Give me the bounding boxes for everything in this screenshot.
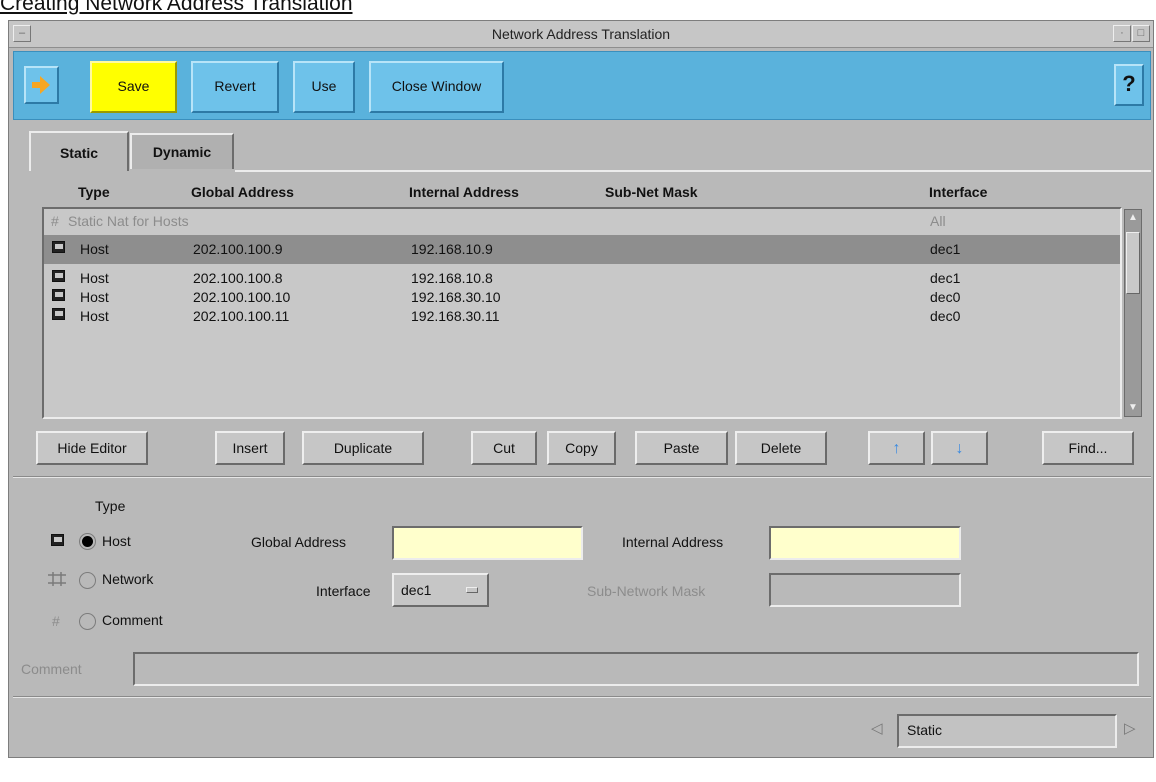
table-row[interactable]: Host 202.100.100.11 192.168.30.11 dec0: [44, 307, 1120, 326]
column-subnet-mask: Sub-Net Mask: [605, 184, 698, 200]
column-internal-address: Internal Address: [409, 184, 519, 200]
row-type: Host: [80, 308, 109, 324]
toolbar: Save Revert Use Close Window ?: [13, 51, 1151, 120]
row-global-address: 202.100.100.9: [193, 241, 283, 257]
row-internal-address: 192.168.10.8: [411, 270, 493, 286]
row-type: Host: [80, 289, 109, 305]
scrollbar-thumb[interactable]: [1126, 232, 1140, 294]
network-radio[interactable]: [79, 572, 96, 589]
row-interface: dec0: [930, 308, 961, 324]
network-radio-label: Network: [102, 571, 154, 587]
row-interface: dec1: [930, 241, 961, 257]
tab-static[interactable]: Static: [29, 131, 129, 171]
insert-button[interactable]: Insert: [215, 431, 285, 465]
tab-dynamic[interactable]: Dynamic: [130, 133, 234, 169]
comment-radio-label: Comment: [102, 612, 163, 628]
host-radio-label: Host: [102, 533, 131, 549]
hash-icon: #: [51, 213, 59, 229]
global-address-label: Global Address: [251, 534, 346, 550]
scroll-up-icon[interactable]: ▲: [1126, 211, 1140, 225]
nat-rules-list[interactable]: # Static Nat for Hosts All Host 202.100.…: [42, 207, 1122, 419]
scroll-down-icon[interactable]: ▼: [1126, 401, 1140, 415]
run-button[interactable]: [24, 66, 59, 104]
editor-divider: [13, 476, 1151, 478]
hide-editor-button[interactable]: Hide Editor: [36, 431, 148, 465]
host-icon: [52, 308, 65, 320]
copy-button[interactable]: Copy: [547, 431, 616, 465]
row-type: Host: [80, 270, 109, 286]
type-label: Type: [95, 498, 126, 514]
list-scrollbar[interactable]: ▲ ▼: [1124, 209, 1142, 417]
host-icon: [52, 241, 65, 253]
comment-field-label: Comment: [21, 661, 82, 677]
page-heading: Creating Network Address Translation: [0, 0, 353, 15]
host-icon: [52, 270, 65, 282]
row-global-address: 202.100.100.10: [193, 289, 291, 305]
comment-radio[interactable]: [79, 613, 96, 630]
row-global-address: 202.100.100.11: [193, 308, 290, 324]
network-icon: [48, 572, 66, 586]
row-interface: dec1: [930, 270, 961, 286]
move-down-button[interactable]: ↓: [931, 431, 988, 465]
host-radio[interactable]: [79, 533, 96, 550]
arrow-down-icon: ↓: [955, 440, 964, 457]
previous-arrow-icon[interactable]: ◁: [871, 719, 883, 737]
find-button[interactable]: Find...: [1042, 431, 1134, 465]
use-button[interactable]: Use: [293, 61, 355, 113]
play-arrow-icon: [32, 76, 50, 94]
internal-address-label: Internal Address: [622, 534, 724, 550]
table-row[interactable]: Host 202.100.100.8 192.168.10.8 dec1: [44, 269, 1120, 288]
interface-dropdown-value: dec1: [401, 582, 432, 598]
row-global-address: 202.100.100.8: [193, 270, 283, 286]
close-window-button[interactable]: Close Window: [369, 61, 504, 113]
title-bar: – Network Address Translation · □: [9, 21, 1153, 48]
column-type: Type: [78, 184, 110, 200]
dropdown-indicator-icon: [466, 587, 478, 593]
table-row[interactable]: Host 202.100.100.10 192.168.30.10 dec0: [44, 288, 1120, 307]
interface-label: Interface: [316, 583, 371, 599]
subnet-mask-field[interactable]: [769, 573, 961, 607]
row-internal-address: 192.168.10.9: [411, 241, 493, 257]
table-row[interactable]: # Static Nat for Hosts All: [44, 212, 1120, 231]
help-button[interactable]: ?: [1114, 64, 1144, 106]
row-type: Host: [80, 241, 109, 257]
window-title: Network Address Translation: [491, 26, 671, 42]
subnet-mask-label: Sub-Network Mask: [587, 583, 706, 599]
minimize-button[interactable]: ·: [1113, 25, 1131, 42]
row-interface: All: [930, 213, 946, 229]
maximize-button[interactable]: □: [1132, 25, 1150, 42]
save-button[interactable]: Save: [90, 61, 177, 113]
table-row-selected[interactable]: Host 202.100.100.9 192.168.10.9 dec1: [44, 235, 1120, 264]
nat-window: – Network Address Translation · □ Save R…: [8, 20, 1154, 758]
tab-divider: [235, 170, 1151, 172]
interface-dropdown[interactable]: dec1: [392, 573, 489, 607]
row-internal-address: 192.168.30.10: [411, 289, 501, 305]
delete-button[interactable]: Delete: [735, 431, 827, 465]
next-arrow-icon[interactable]: ▷: [1124, 719, 1136, 737]
global-address-field[interactable]: [392, 526, 583, 560]
internal-address-field[interactable]: [769, 526, 961, 560]
host-icon: [51, 534, 64, 546]
move-up-button[interactable]: ↑: [868, 431, 925, 465]
row-internal-address: 192.168.30.11: [411, 308, 500, 324]
column-global-address: Global Address: [191, 184, 294, 200]
host-icon: [52, 289, 65, 301]
comment-field[interactable]: [133, 652, 1139, 686]
status-divider: [13, 696, 1151, 698]
row-type: Static Nat for Hosts: [68, 213, 189, 229]
revert-button[interactable]: Revert: [191, 61, 279, 113]
row-interface: dec0: [930, 289, 961, 305]
duplicate-button[interactable]: Duplicate: [302, 431, 424, 465]
column-interface: Interface: [929, 184, 988, 200]
cut-button[interactable]: Cut: [471, 431, 537, 465]
paste-button[interactable]: Paste: [635, 431, 728, 465]
arrow-up-icon: ↑: [892, 440, 901, 457]
hash-icon: #: [52, 613, 60, 629]
status-field: Static: [897, 714, 1117, 748]
